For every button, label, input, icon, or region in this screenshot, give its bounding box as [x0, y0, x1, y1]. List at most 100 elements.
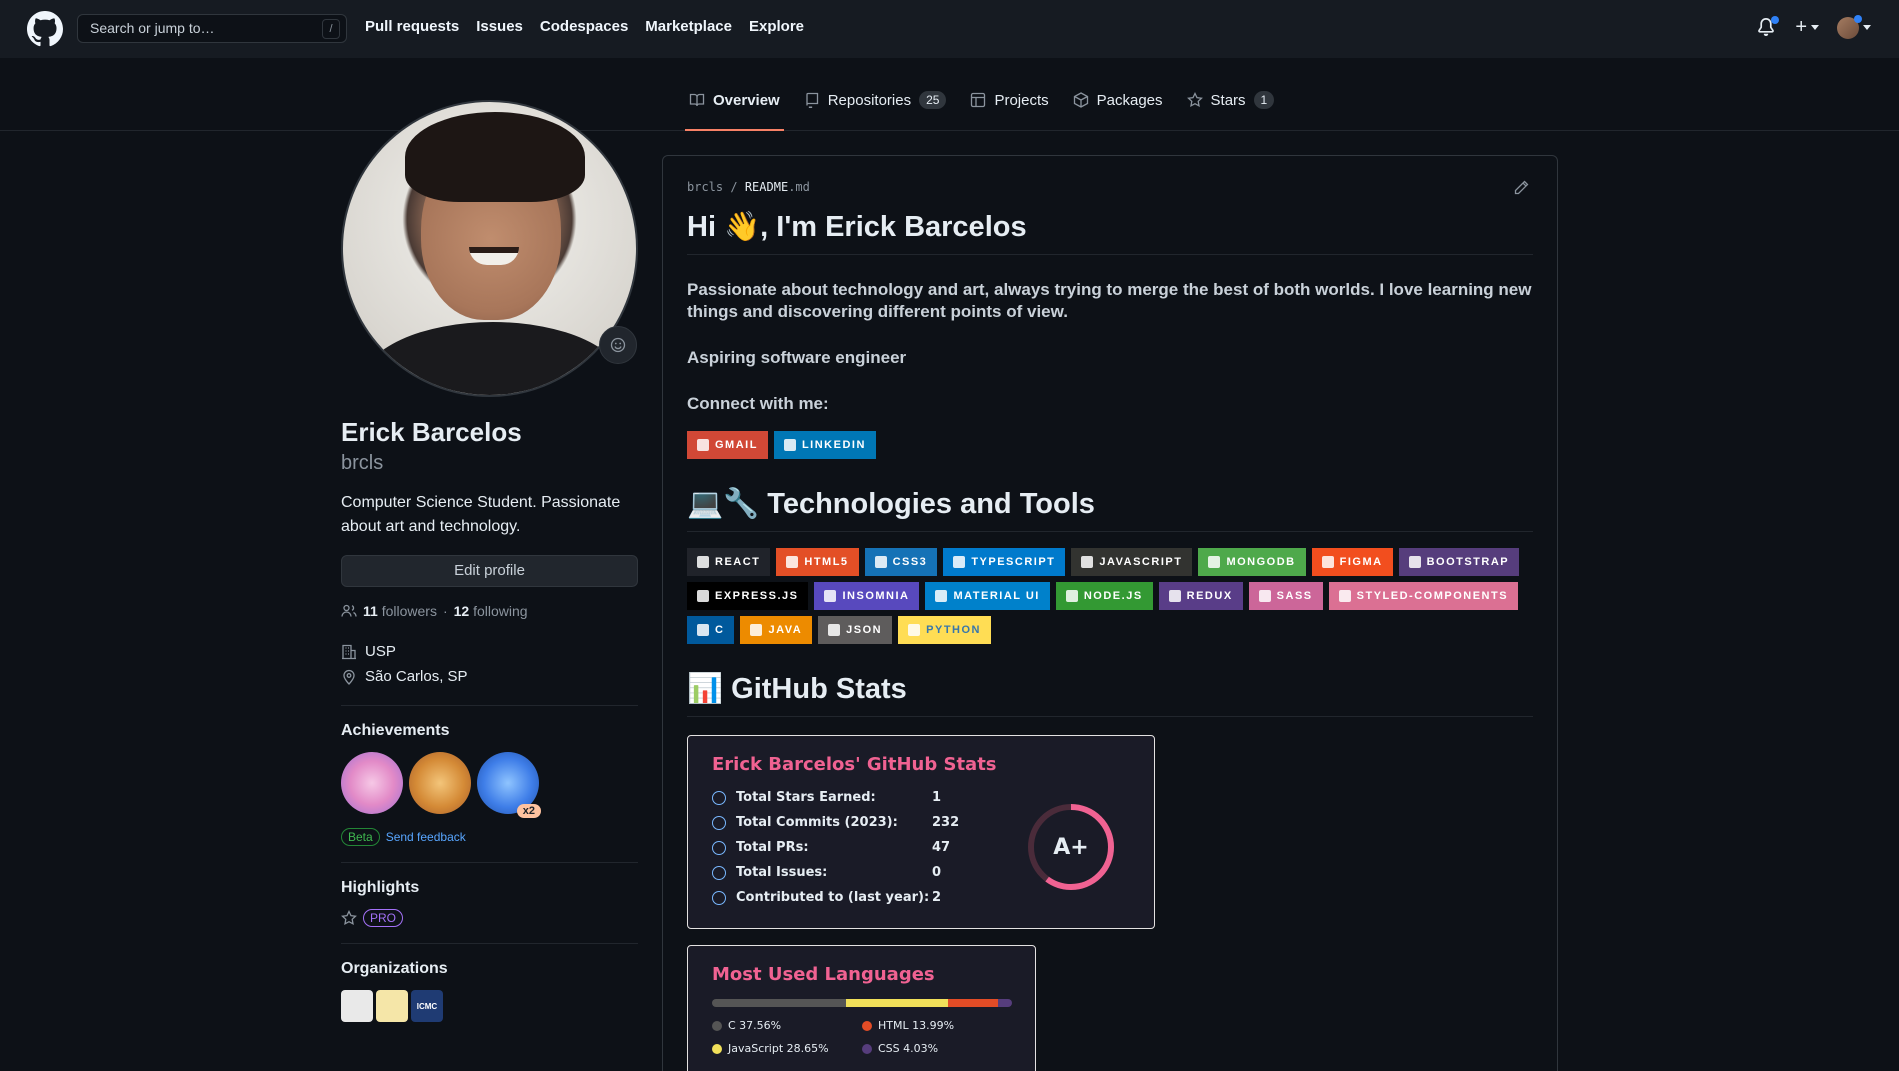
readme-filename[interactable]: README.md	[745, 180, 810, 194]
tech-badges: REACT HTML5 CSS3 TYPESCRIPT JAVASCRIPT MONGOD…	[687, 548, 1547, 644]
badge-java[interactable]: JAVA	[740, 616, 813, 644]
badge-label: SASS	[1276, 590, 1313, 602]
table-icon	[971, 92, 986, 108]
tab-projects[interactable]: Projects	[958, 84, 1060, 116]
stats-card-title: Erick Barcelos' GitHub Stats	[712, 754, 997, 775]
badge-material-ui[interactable]: MATERIAL UI	[925, 582, 1050, 610]
badge-styled-components[interactable]: STYLED-COMPONENTS	[1328, 582, 1519, 610]
nav-explore[interactable]: Explore	[749, 18, 804, 35]
badge-figma[interactable]: FIGMA	[1311, 548, 1393, 576]
organization-detail: USP	[341, 639, 638, 664]
header-actions: +	[1757, 14, 1871, 39]
organization-avatar-2[interactable]	[376, 990, 408, 1022]
badge-react[interactable]: REACT	[687, 548, 771, 576]
lang-segment-css	[997, 999, 1012, 1007]
profile-sidebar: Erick Barcelos brcls Computer Science St…	[341, 100, 638, 1022]
stat-value: 232	[932, 815, 960, 830]
star-icon	[341, 910, 357, 925]
tab-overview[interactable]: Overview	[677, 84, 792, 131]
grade-ring: A+	[1028, 804, 1114, 890]
people-icon	[341, 604, 357, 617]
chevron-down-icon	[1811, 25, 1819, 30]
badge-linkedin[interactable]: LINKEDIN	[773, 431, 876, 459]
tab-label: Packages	[1096, 91, 1163, 109]
nav-issues[interactable]: Issues	[476, 18, 523, 35]
badge-label: TYPESCRIPT	[971, 556, 1056, 568]
stat-label: Total Commits (2023):	[736, 815, 898, 830]
badge-label: PYTHON	[926, 624, 981, 636]
nav-marketplace[interactable]: Marketplace	[645, 18, 732, 35]
badge-express-js[interactable]: EXPRESS.JS	[687, 582, 809, 610]
tab-stars[interactable]: Stars 1	[1175, 84, 1287, 116]
badge-sass[interactable]: SASS	[1248, 582, 1323, 610]
set-status-button[interactable]	[599, 326, 637, 364]
badge-gmail[interactable]: GMAIL	[687, 431, 768, 459]
chevron-down-icon	[1863, 25, 1871, 30]
readme-file-ext: .md	[788, 180, 810, 194]
tab-label: Stars	[1210, 91, 1246, 109]
status-dot	[1854, 14, 1862, 23]
send-feedback-link[interactable]: Send feedback	[386, 830, 466, 844]
achievement-yolo-badge[interactable]	[341, 752, 403, 814]
pencil-icon[interactable]	[1513, 180, 1529, 196]
followers-link[interactable]: 11 followers	[363, 603, 437, 619]
profile-avatar[interactable]	[341, 100, 638, 397]
badge-typescript[interactable]: TYPESCRIPT	[943, 548, 1066, 576]
achievements-beta-row: Beta Send feedback	[341, 828, 638, 846]
organization-avatar-3[interactable]: ICMC	[411, 990, 443, 1022]
badge-html5[interactable]: HTML5	[776, 548, 859, 576]
tab-packages[interactable]: Packages	[1061, 84, 1175, 116]
search-input[interactable]: Search or jump to… /	[77, 14, 347, 43]
avatar-hair	[405, 112, 585, 202]
legend-label: HTML 13.99%	[878, 1019, 955, 1032]
history-icon	[712, 815, 726, 830]
badge-c[interactable]: C	[687, 616, 735, 644]
create-new-dropdown[interactable]: +	[1795, 16, 1819, 39]
java-icon	[750, 624, 763, 636]
badge-bootstrap[interactable]: BOOTSTRAP	[1398, 548, 1520, 576]
notifications-bell-icon[interactable]	[1757, 15, 1780, 39]
badge-python[interactable]: PYTHON	[898, 616, 991, 644]
profile-readme: brcls / README.md Hi 👋, I'm Erick Barcel…	[662, 155, 1558, 1071]
search-shortcut-key: /	[322, 19, 340, 39]
achievement-quickdraw-badge[interactable]	[409, 752, 471, 814]
stat-value: 2	[932, 890, 942, 905]
issue-icon	[712, 865, 726, 880]
github-logo-icon[interactable]	[27, 11, 63, 47]
badge-mongodb[interactable]: MONGODB	[1198, 548, 1306, 576]
global-header: Search or jump to… / Pull requests Issue…	[0, 0, 1899, 58]
badge-label: CSS3	[892, 556, 928, 568]
javascript-icon	[1081, 556, 1094, 568]
nav-pull-requests[interactable]: Pull requests	[365, 18, 459, 35]
user-menu-dropdown[interactable]	[1837, 14, 1871, 39]
connect-badges: GMAIL LINKEDIN	[687, 431, 1547, 459]
badge-insomnia[interactable]: INSOMNIA	[814, 582, 920, 610]
nav-codespaces[interactable]: Codespaces	[540, 18, 628, 35]
badge-label: JSON	[846, 624, 883, 636]
location-name: São Carlos, SP	[365, 668, 468, 685]
tab-repositories[interactable]: Repositories 25	[792, 84, 959, 116]
following-count: 12	[453, 603, 470, 619]
profile-tabs-bar: Overview Repositories 25 Projects Packag…	[0, 58, 1899, 131]
star-icon	[1186, 92, 1203, 107]
profile-details: USP São Carlos, SP	[341, 639, 638, 689]
highlights-heading: Highlights	[341, 879, 420, 896]
divider	[341, 943, 638, 944]
organization-avatar-1[interactable]	[341, 990, 373, 1022]
badge-node-js[interactable]: NODE.JS	[1055, 582, 1153, 610]
badge-javascript[interactable]: JAVASCRIPT	[1071, 548, 1193, 576]
tab-label: Repositories	[827, 91, 912, 109]
achievement-pull-shark-badge[interactable]: x2	[477, 752, 541, 818]
readme-owner[interactable]: brcls	[687, 180, 723, 194]
lang-card-title: Most Used Languages	[712, 964, 935, 985]
badge-json[interactable]: JSON	[818, 616, 893, 644]
badge-css3[interactable]: CSS3	[864, 548, 938, 576]
edit-profile-button[interactable]: Edit profile	[341, 555, 638, 587]
badge-label: STYLED-COMPONENTS	[1356, 590, 1509, 602]
followers-label: followers	[381, 603, 437, 619]
organizations-heading: Organizations	[341, 960, 448, 977]
following-link[interactable]: 12 following	[454, 603, 528, 619]
divider	[341, 862, 638, 863]
badge-redux[interactable]: REDUX	[1158, 582, 1243, 610]
stat-label: Contributed to (last year):	[736, 890, 930, 905]
